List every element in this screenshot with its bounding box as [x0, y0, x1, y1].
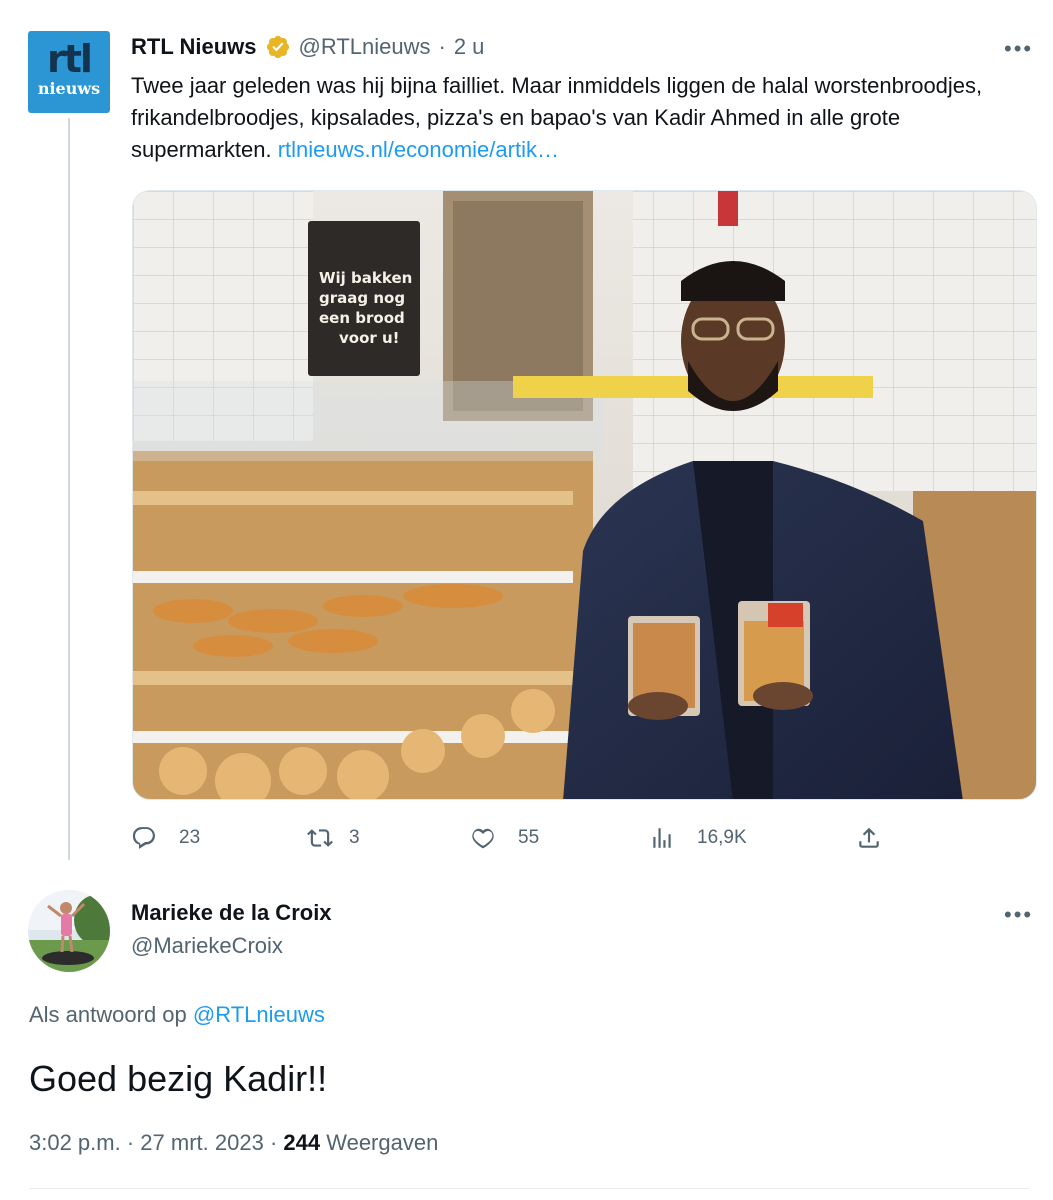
- reply-count: 23: [179, 827, 201, 848]
- reply-time[interactable]: 3:02 p.m.: [29, 1130, 121, 1155]
- author-handle[interactable]: @RTLnieuws: [299, 34, 431, 60]
- chalkboard-line-1: Wij bakken: [319, 269, 412, 287]
- reply-text: Goed bezig Kadir!!: [29, 1058, 328, 1099]
- tweet-time[interactable]: 2 u: [454, 34, 485, 60]
- reply-to-handle[interactable]: @RTLnieuws: [193, 1002, 325, 1027]
- author-name[interactable]: RTL Nieuws: [131, 34, 257, 60]
- reply-author-handle[interactable]: @MariekeCroix: [131, 933, 283, 959]
- reply-icon: [132, 827, 155, 849]
- like-count: 55: [518, 827, 540, 848]
- avatar-marieke[interactable]: [28, 890, 110, 972]
- bakery-photo: Wij bakken graag nog een brood voor u!: [133, 191, 1036, 799]
- chalkboard-line-4: voor u!: [339, 329, 400, 347]
- reply-meta: 3:02 p.m. · 27 mrt. 2023 · 244 Weergaven: [29, 1130, 438, 1156]
- retweet-button[interactable]: 3: [307, 820, 360, 856]
- heart-icon: [472, 828, 494, 849]
- divider: [29, 1188, 1029, 1189]
- chalkboard-line-2: graag nog: [319, 289, 405, 307]
- reply-views-count[interactable]: 244: [283, 1130, 320, 1155]
- retweet-count: 3: [349, 827, 360, 848]
- avatar-photo: [28, 890, 110, 972]
- share-icon: [859, 827, 879, 848]
- chalkboard-line-3: een brood: [319, 309, 405, 327]
- views-button[interactable]: 16,9K: [649, 820, 747, 856]
- header-separator: ·: [438, 34, 446, 59]
- avatar-logo-text: rtl: [47, 37, 93, 81]
- tweet-header: RTL Nieuws @RTLnieuws · 2 u: [131, 32, 484, 62]
- analytics-icon: [653, 828, 671, 848]
- reply-views-label: Weergaven: [320, 1130, 439, 1155]
- reply-more-icon[interactable]: •••: [1004, 902, 1033, 928]
- tweet-media-photo[interactable]: Wij bakken graag nog een brood voor u!: [132, 190, 1037, 800]
- meta-separator-2: ·: [269, 1130, 278, 1155]
- more-icon[interactable]: •••: [1004, 36, 1033, 62]
- reply-author-name[interactable]: Marieke de la Croix: [131, 900, 332, 926]
- verified-badge-icon: [266, 35, 289, 59]
- retweet-icon: [307, 829, 333, 847]
- reply-date[interactable]: 27 mrt. 2023: [140, 1130, 264, 1155]
- reply-to-line: Als antwoord op @RTLnieuws: [29, 1002, 325, 1028]
- share-button[interactable]: [856, 820, 882, 856]
- tweet-link[interactable]: rtlnieuws.nl/economie/artik…: [278, 137, 559, 162]
- reply-to-prefix: Als antwoord op: [29, 1002, 193, 1027]
- avatar-rtl-nieuws[interactable]: rtl nieuws: [28, 31, 110, 113]
- thread-connector: [68, 118, 70, 860]
- tweet-actions: 23 3 55 16,9K: [131, 820, 891, 856]
- meta-separator-1: ·: [126, 1130, 135, 1155]
- avatar-logo-subtext: nieuws: [32, 79, 106, 99]
- reply-button[interactable]: 23: [131, 820, 200, 856]
- tweet-text: Twee jaar geleden was hij bijna failliet…: [131, 70, 1031, 166]
- like-button[interactable]: 55: [470, 820, 539, 856]
- views-count: 16,9K: [697, 827, 747, 848]
